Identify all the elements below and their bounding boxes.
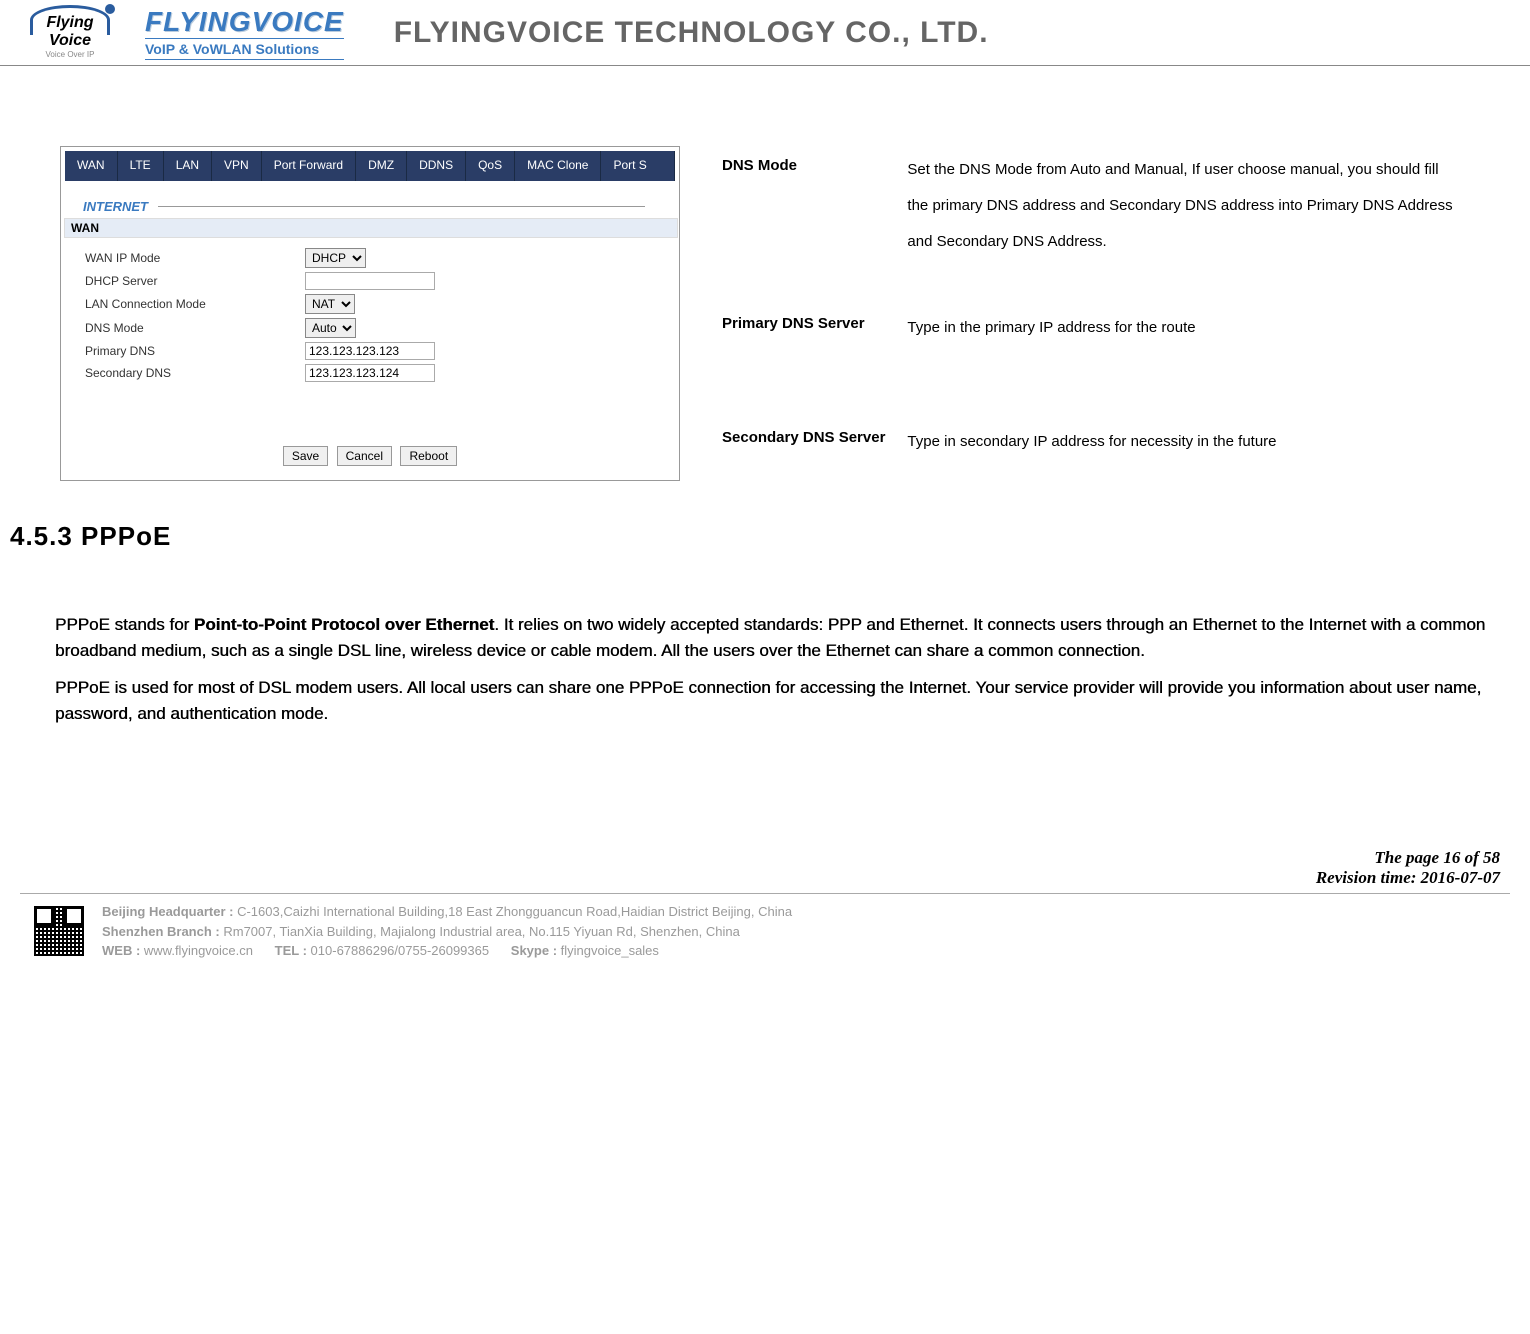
label-dhcp-server: DHCP Server [85, 274, 305, 288]
tab-port-forward[interactable]: Port Forward [262, 151, 356, 181]
footer-contact-lines: Beijing Headquarter : C-1603,Caizhi Inte… [102, 902, 1510, 961]
label-primary-dns: Primary DNS [85, 344, 305, 358]
field-description-table: DNS Mode Set the DNS Mode from Auto and … [710, 146, 1470, 481]
label-lan-conn-mode: LAN Connection Mode [85, 297, 305, 311]
save-button[interactable]: Save [283, 446, 328, 466]
desc-secondary-dns-text: Type in secondary IP address for necessi… [897, 420, 1468, 479]
reboot-button[interactable]: Reboot [400, 446, 457, 466]
select-wan-ip-mode[interactable]: DHCP [305, 248, 366, 268]
input-secondary-dns[interactable] [305, 364, 435, 382]
page-number: The page 16 of 58 [0, 848, 1500, 868]
config-screenshot: WAN LTE LAN VPN Port Forward DMZ DDNS Qo… [60, 146, 680, 481]
brand-title: FLYINGVOICE [145, 6, 344, 38]
cancel-button[interactable]: Cancel [337, 446, 392, 466]
section-heading-pppoe: 4.5.3 PPPoE [0, 501, 1530, 592]
desc-secondary-dns-name: Secondary DNS Server [712, 420, 895, 479]
logo-subtitle: Voice Over IP [46, 50, 95, 59]
pppoe-para-1: PPPoE stands for Point-to-Point Protocol… [55, 612, 1490, 663]
wan-form: WAN IP Mode DHCP DHCP Server LAN Connect… [65, 238, 675, 396]
desc-dns-mode-text: Set the DNS Mode from Auto and Manual, I… [897, 148, 1468, 304]
tab-lte[interactable]: LTE [118, 151, 164, 181]
pppoe-description: PPPoE stands for Point-to-Point Protocol… [0, 592, 1530, 748]
brand-subtitle: VoIP & VoWLAN Solutions [145, 38, 344, 60]
page-footer-info: The page 16 of 58 Revision time: 2016-07… [0, 748, 1530, 893]
tab-lan[interactable]: LAN [164, 151, 212, 181]
wan-section-label: WAN [64, 218, 678, 238]
button-row: Save Cancel Reboot [65, 446, 675, 466]
select-lan-conn-mode[interactable]: NAT [305, 294, 355, 314]
tab-ddns[interactable]: DDNS [407, 151, 466, 181]
tab-vpn[interactable]: VPN [212, 151, 262, 181]
label-wan-ip-mode: WAN IP Mode [85, 251, 305, 265]
company-title: FLYINGVOICE TECHNOLOGY CO., LTD. [394, 16, 989, 50]
tab-qos[interactable]: QoS [466, 151, 515, 181]
select-dns-mode[interactable]: Auto [305, 318, 356, 338]
label-secondary-dns: Secondary DNS [85, 366, 305, 380]
page-header: Flying Voice Voice Over IP FLYINGVOICE V… [0, 0, 1530, 66]
internet-section-header: INTERNET [65, 199, 675, 214]
pppoe-para-2: PPPoE is used for most of DSL modem user… [55, 675, 1490, 726]
logo-icon: Flying Voice Voice Over IP [15, 5, 125, 60]
tab-mac-clone[interactable]: MAC Clone [515, 151, 601, 181]
tab-dmz[interactable]: DMZ [356, 151, 407, 181]
qr-code-icon [30, 902, 88, 960]
tab-strip: WAN LTE LAN VPN Port Forward DMZ DDNS Qo… [65, 151, 675, 181]
tab-wan[interactable]: WAN [65, 151, 118, 181]
desc-dns-mode-name: DNS Mode [712, 148, 895, 304]
revision-time: Revision time: 2016-07-07 [0, 868, 1500, 888]
brand-block: FLYINGVOICE VoIP & VoWLAN Solutions [145, 6, 344, 60]
desc-primary-dns-text: Type in the primary IP address for the r… [897, 306, 1468, 365]
input-primary-dns[interactable] [305, 342, 435, 360]
label-dns-mode: DNS Mode [85, 321, 305, 335]
tab-port-s[interactable]: Port S [601, 151, 675, 181]
footer-bar: Beijing Headquarter : C-1603,Caizhi Inte… [0, 894, 1530, 961]
internet-label: INTERNET [65, 199, 158, 214]
input-dhcp-server[interactable] [305, 272, 435, 290]
desc-primary-dns-name: Primary DNS Server [712, 306, 895, 365]
